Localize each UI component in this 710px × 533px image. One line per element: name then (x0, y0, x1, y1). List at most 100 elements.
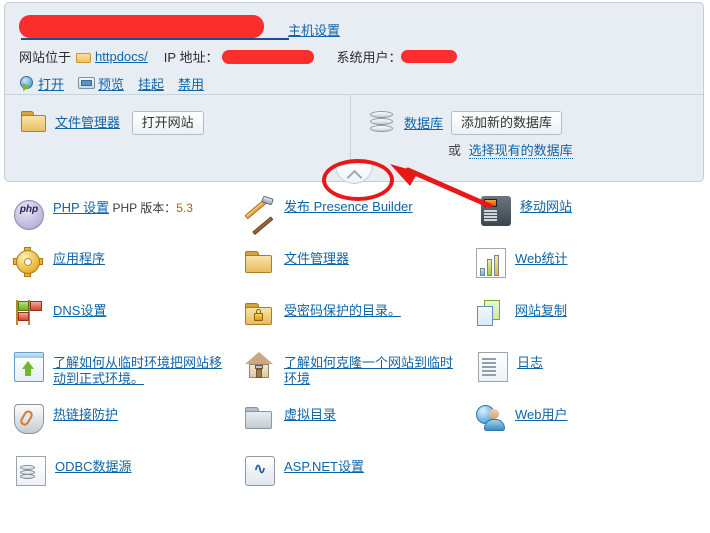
tool-file-manager[interactable]: 文件管理器 (245, 248, 456, 281)
grey-folder-icon (245, 407, 275, 437)
globe-user-icon (476, 404, 506, 434)
tool-row: 应用程序 文件管理器 Web统计 (0, 247, 710, 300)
database-block: 数据库 添加新的数据库 或 选择现有的数据库 (368, 111, 573, 160)
database-text: 数据库 添加新的数据库 或 选择现有的数据库 (404, 111, 573, 160)
httpdocs-link[interactable]: httpdocs/ (95, 49, 148, 64)
tool-cell: 应用程序 (0, 247, 231, 300)
tool-cell: 网站复制 (462, 300, 693, 352)
tools-grid: php PHP 设置 PHP 版本：5.3 发布 Presence Builde… (0, 195, 710, 508)
tool-label[interactable]: 热链接防护 (53, 407, 118, 423)
open-label[interactable]: 打开 (38, 74, 64, 93)
php-icon: php (14, 200, 44, 230)
database-icon (368, 111, 396, 135)
monitor-icon (78, 76, 96, 91)
tool-row: 了解如何从临时环境把网站移动到正式环境。 了解如何克隆一个网站到临时环境 日志 (0, 352, 710, 404)
aspnet-icon: ∿ (245, 456, 275, 486)
tool-label[interactable]: 应用程序 (53, 251, 105, 267)
site-summary-panel: 主机设置 网站位于 httpdocs/ IP 地址： 系统用户： 打开 预览 挂… (4, 2, 704, 182)
tool-cell: 文件管理器 (231, 248, 462, 300)
tool-cell: Web用户 (462, 404, 693, 456)
tool-label[interactable]: 受密码保护的目录。 (284, 303, 401, 319)
page-root: 主机设置 网站位于 httpdocs/ IP 地址： 系统用户： 打开 预览 挂… (0, 0, 710, 533)
tool-virtual-directories[interactable]: 虚拟目录 (245, 404, 456, 437)
tool-cell: 虚拟目录 (231, 404, 462, 456)
tool-hotlink-protection[interactable]: 热链接防护 (14, 404, 225, 434)
tool-label[interactable]: 了解如何克隆一个网站到临时环境 (284, 355, 456, 387)
tool-php-settings[interactable]: php PHP 设置 PHP 版本：5.3 (14, 196, 225, 230)
tool-label[interactable]: Web统计 (515, 251, 568, 267)
tool-label[interactable]: 虚拟目录 (284, 407, 336, 423)
redacted-ip-address (222, 49, 315, 64)
hammer-pencil-icon (244, 195, 275, 235)
open-action[interactable]: 打开 (19, 74, 64, 93)
dns-flags-icon (14, 300, 44, 330)
tool-label[interactable]: 日志 (517, 355, 543, 371)
tool-cell: 了解如何克隆一个网站到临时环境 (231, 352, 462, 404)
tool-cell: Web统计 (462, 248, 693, 300)
tool-label[interactable]: ASP.NET设置 (284, 459, 364, 475)
tool-applications[interactable]: 应用程序 (13, 247, 225, 278)
file-manager-block: 文件管理器 打开网站 (21, 111, 204, 135)
tool-label[interactable]: PHP 设置 (53, 200, 109, 216)
tool-cell: 发布 Presence Builder (231, 195, 462, 248)
tool-label[interactable]: 发布 Presence Builder (284, 199, 413, 215)
tool-presence-builder[interactable]: 发布 Presence Builder (244, 195, 456, 235)
tool-cell: 日志 (462, 352, 693, 404)
folder-icon (245, 251, 275, 281)
site-title (19, 15, 264, 38)
copy-pages-icon (476, 300, 506, 330)
php-version-label: PHP 版本： (112, 201, 177, 215)
add-database-button[interactable]: 添加新的数据库 (451, 111, 563, 135)
folder-icon (76, 51, 92, 63)
tool-mobile-site[interactable]: 移动网站 (476, 196, 687, 226)
tool-label[interactable]: Web用户 (515, 407, 568, 423)
tool-cell (462, 456, 693, 508)
title-underline (21, 38, 289, 40)
file-manager-link[interactable]: 文件管理器 (55, 115, 120, 130)
tool-row: php PHP 设置 PHP 版本：5.3 发布 Presence Builde… (0, 195, 710, 248)
tool-clone-site-to-staging[interactable]: 了解如何克隆一个网站到临时环境 (245, 352, 456, 387)
site-actions: 打开 预览 挂起 禁用 (19, 74, 218, 93)
tool-website-copying[interactable]: 网站复制 (476, 300, 687, 330)
redacted-system-user (401, 50, 458, 63)
location-label: 网站位于 (19, 50, 72, 65)
site-location-row: 网站位于 httpdocs/ IP 地址： 系统用户： (19, 47, 458, 66)
tool-row: 热链接防护 虚拟目录 Web用户 (0, 404, 710, 456)
tool-web-users[interactable]: Web用户 (476, 404, 687, 434)
tool-label[interactable]: 移动网站 (520, 199, 572, 215)
open-website-button[interactable]: 打开网站 (131, 111, 204, 135)
tool-logs[interactable]: 日志 (476, 352, 687, 382)
tool-aspnet-settings[interactable]: ∿ ASP.NET设置 (245, 456, 456, 486)
file-manager-text: 文件管理器 打开网站 (55, 111, 204, 135)
tool-label[interactable]: 网站复制 (515, 303, 567, 319)
tool-odbc-data-sources[interactable]: ODBC数据源 (14, 456, 225, 486)
tool-label[interactable]: 了解如何从临时环境把网站移动到正式环境。 (53, 355, 225, 387)
ip-label: IP 地址： (163, 50, 219, 65)
tool-cell: 热链接防护 (0, 404, 231, 456)
redacted-site-name (19, 15, 264, 38)
tool-row: DNS设置 受密码保护的目录。 网站复制 (0, 300, 710, 352)
disable-action[interactable]: 禁用 (178, 74, 204, 93)
host-settings-link[interactable]: 主机设置 (288, 20, 340, 39)
locked-folder-icon (245, 303, 275, 333)
tool-label[interactable]: ODBC数据源 (55, 459, 132, 475)
house-icon (245, 352, 275, 382)
tool-label[interactable]: 文件管理器 (284, 251, 349, 267)
tool-cell: 了解如何从临时环境把网站移动到正式环境。 (0, 352, 231, 404)
databases-link[interactable]: 数据库 (404, 114, 443, 133)
tool-web-statistics[interactable]: Web统计 (476, 248, 687, 278)
tool-move-site-to-production[interactable]: 了解如何从临时环境把网站移动到正式环境。 (14, 352, 225, 387)
preview-label[interactable]: 预览 (98, 74, 124, 93)
globe-arrow-icon (19, 75, 35, 92)
tool-cell: 受密码保护的目录。 (231, 300, 462, 352)
tool-cell: ∿ ASP.NET设置 (231, 456, 462, 508)
select-existing-database-link[interactable]: 选择现有的数据库 (468, 143, 573, 159)
tool-cell: php PHP 设置 PHP 版本：5.3 (0, 196, 231, 248)
preview-action[interactable]: 预览 (78, 74, 124, 93)
suspend-action[interactable]: 挂起 (138, 74, 164, 93)
summary-header: 主机设置 网站位于 httpdocs/ IP 地址： 系统用户： 打开 预览 挂… (5, 3, 703, 95)
tool-protected-directories[interactable]: 受密码保护的目录。 (245, 300, 456, 333)
tool-cell: DNS设置 (0, 300, 231, 352)
tool-label[interactable]: DNS设置 (53, 303, 106, 319)
tool-dns-settings[interactable]: DNS设置 (14, 300, 225, 330)
